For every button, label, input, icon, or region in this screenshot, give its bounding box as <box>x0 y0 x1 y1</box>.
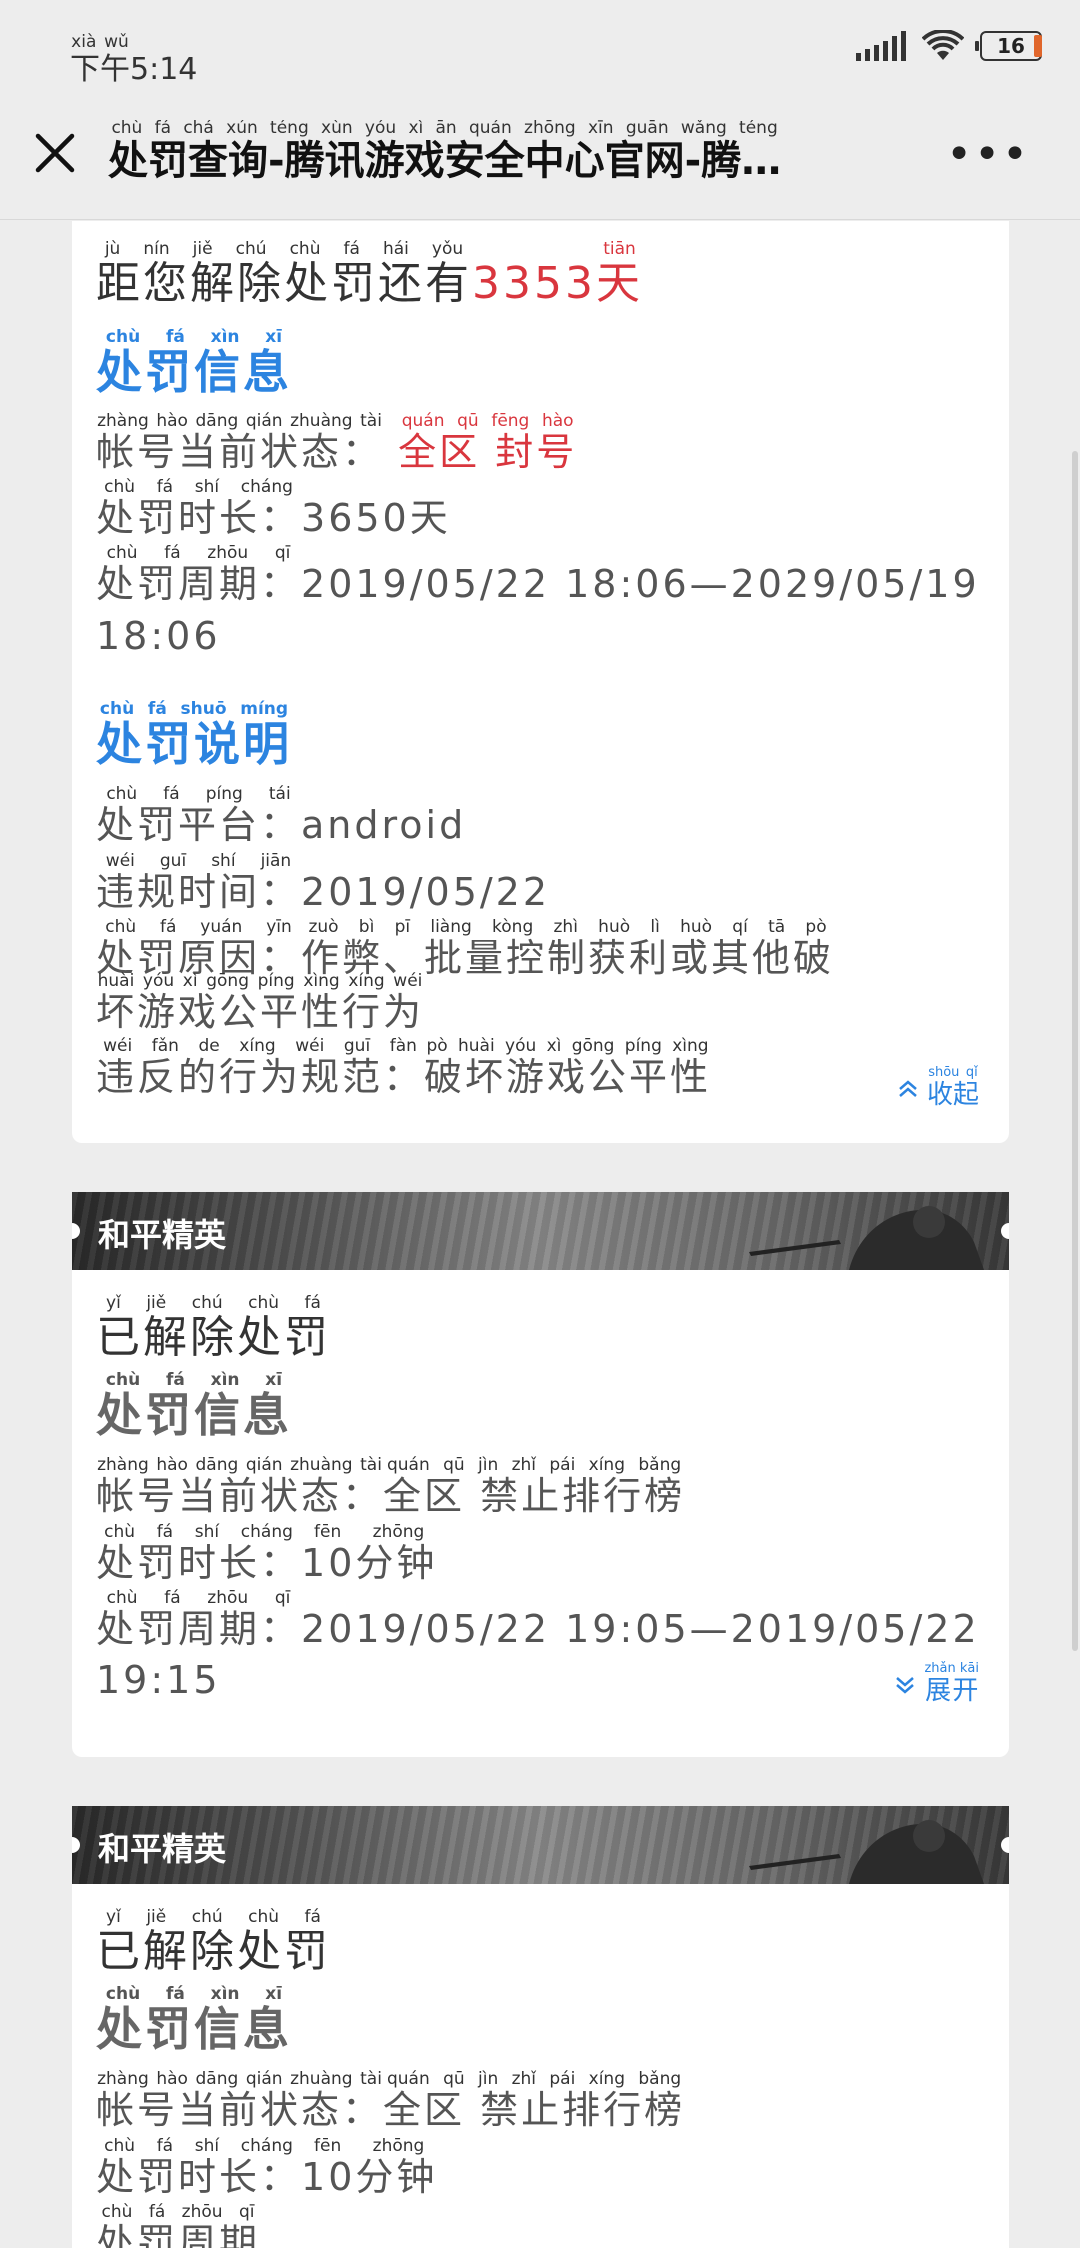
platform-row: 处罚平台：chù fá píng táiandroid <box>96 784 467 847</box>
signal-icon <box>856 31 906 61</box>
banner-figure-icon <box>749 1206 984 1270</box>
duration-row: 处罚时长：chù fá shí cháng10分钟fēn zhōng <box>96 2136 438 2199</box>
account-status-row: 帐号当前状态：zhàng hào dāng qián zhuàng tài全区 … <box>96 2069 686 2132</box>
expand-button[interactable]: 展开zhǎn kāi <box>894 1661 979 1707</box>
period-row-cont: 19:15 <box>96 1658 221 1702</box>
wifi-icon <box>922 30 964 60</box>
content-scroll-area[interactable]: 距您解除处罚还有jù nín jiě chú chù fá hái yǒu335… <box>0 221 1080 2248</box>
period-row: 处罚周期：chù fá zhōu qī2019/05/22 18:06—2029… <box>96 543 980 606</box>
battery-icon: 16 <box>975 31 1042 61</box>
penalty-desc-heading: 处罚说明chù fá shuō míng <box>96 699 292 771</box>
duration-row: 处罚时长：chù fá shí cháng3650天 <box>96 477 451 540</box>
chevron-up-double-icon <box>899 1079 917 1097</box>
account-status-row: 帐号当前状态：zhàng hào dāng qián zhuàng tài全区 … <box>96 1455 686 1518</box>
game-banner: 和平精英 <box>72 1192 1009 1270</box>
close-icon[interactable] <box>30 128 80 178</box>
penalty-card-history-1: 和平精英 已解除处罚yǐ jiě chú chù fá 处罚信息chù fá x… <box>72 1192 1009 1757</box>
penalty-info-heading: 处罚信息chù fá xìn xī <box>96 1984 292 2056</box>
status-time: 下午xià wǔ5:14 <box>70 32 198 87</box>
collapse-button[interactable]: 收起shōu qǐ <box>897 1065 979 1111</box>
chevron-down-double-icon <box>896 1676 915 1694</box>
page-title: 处罚查询-腾讯游戏安全中心官网-腾…chù fá chá xún téng xù… <box>108 120 782 184</box>
countdown-text: 距您解除处罚还有jù nín jiě chú chù fá hái yǒu335… <box>96 239 643 309</box>
banner-figure-icon <box>749 1820 984 1884</box>
duration-row: 处罚时长：chù fá shí cháng10分钟fēn zhōng <box>96 1522 438 1585</box>
countdown-value: 3353 <box>472 258 596 309</box>
more-icon[interactable]: ••• <box>946 133 1030 177</box>
status-bar: 下午xià wǔ5:14 16 <box>0 0 1080 100</box>
game-name: 和平精英 <box>98 1216 227 1254</box>
penalty-card-history-2: 和平精英 已解除处罚yǐ jiě chú chù fá 处罚信息chù fá x… <box>72 1806 1009 2248</box>
period-row-cont: 18:06 <box>96 614 221 658</box>
reason-row-cont: 坏游戏公平性行为huài yóu xì gōng píng xìng xíng … <box>96 971 425 1034</box>
penalty-card-active: 距您解除处罚还有jù nín jiě chú chù fá hái yǒu335… <box>72 221 1009 1143</box>
game-name: 和平精英 <box>98 1830 227 1868</box>
account-status-row: 帐号当前状态：zhàng hào dāng qián zhuàng tài 全区… <box>96 411 578 474</box>
penalty-state: 已解除处罚yǐ jiě chú chù fá <box>96 1293 331 1363</box>
penalty-info-heading: 处罚信息chù fá xìn xī <box>96 1370 292 1442</box>
penalty-state: 已解除处罚yǐ jiě chú chù fá <box>96 1907 331 1977</box>
status-icons: 16 <box>856 30 1042 62</box>
rule-row: 违反的行为规范：wéi fǎn de xíng wéi guī fàn破坏游戏公… <box>96 1036 712 1099</box>
nav-bar: 处罚查询-腾讯游戏安全中心官网-腾…chù fá chá xún téng xù… <box>0 100 1080 220</box>
penalty-info-heading: 处罚信息chù fá xìn xī <box>96 327 292 399</box>
battery-level: 16 <box>997 34 1025 58</box>
period-row-partial: 处罚周期chù fá zhōu qī <box>96 2202 261 2248</box>
account-status-value: 全区 封号 <box>398 430 578 474</box>
period-row: 处罚周期：chù fá zhōu qī2019/05/22 19:05—2019… <box>96 1588 980 1651</box>
game-banner: 和平精英 <box>72 1806 1009 1884</box>
scrollbar[interactable] <box>1072 451 1078 1651</box>
violation-time-row: 违规时间：wéi guī shí jiān2019/05/22 <box>96 851 551 914</box>
